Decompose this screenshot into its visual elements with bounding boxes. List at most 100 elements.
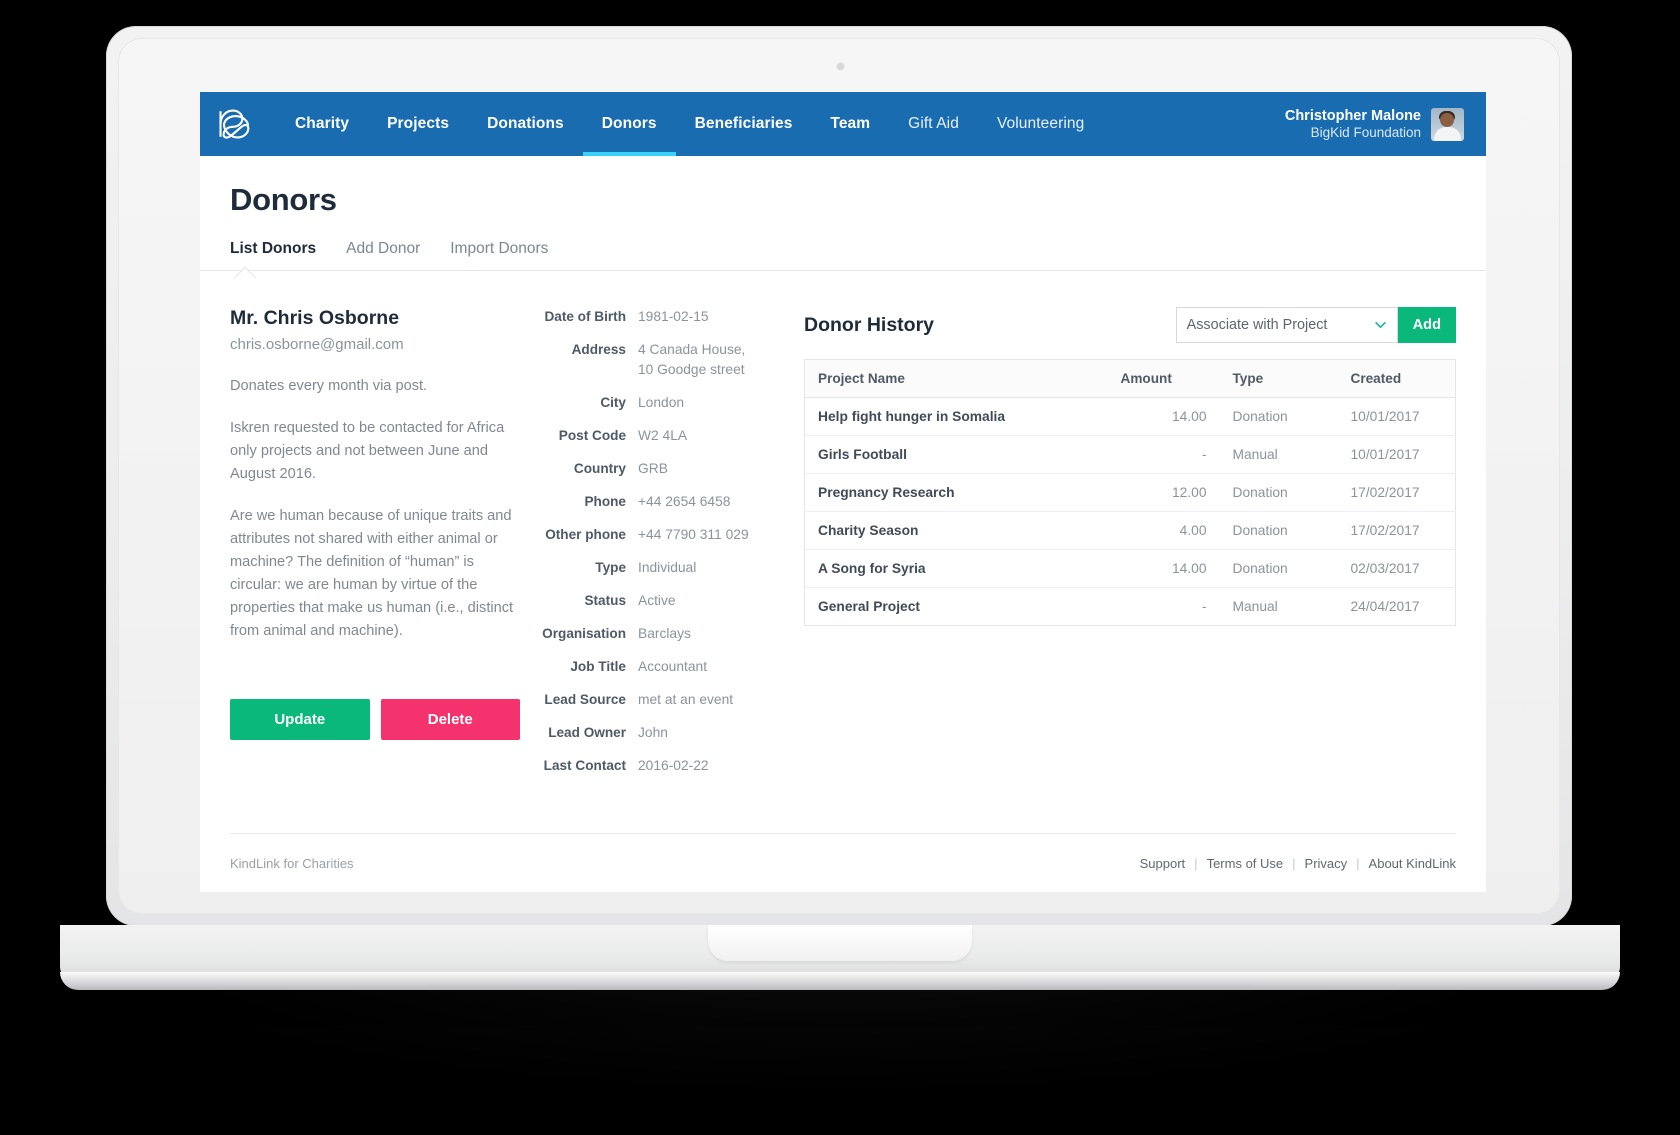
field-value: Individual [638, 560, 697, 575]
field-value: met at an event [638, 692, 734, 707]
avatar[interactable] [1431, 107, 1464, 141]
donor-fields-column: Date of Birth 1981-02-15 Address 4 Canad… [534, 307, 770, 789]
field-value: Barclays [638, 626, 691, 641]
table-row[interactable]: A Song for Syria 14.00 Donation 02/03/20… [804, 549, 1456, 588]
cell-created: 02/03/2017 [1337, 549, 1456, 588]
table-row[interactable]: Charity Season 4.00 Donation 17/02/2017 [804, 511, 1456, 550]
field-label: Other phone [545, 527, 626, 542]
nav-label: Beneficiaries [694, 115, 793, 132]
column-type[interactable]: Type [1219, 359, 1338, 398]
user-organisation: BigKid Foundation [1310, 124, 1421, 140]
footer-link-terms[interactable]: Terms of Use [1207, 856, 1284, 871]
column-amount[interactable]: Amount [1107, 359, 1220, 398]
page-title: Donors [230, 182, 337, 217]
cell-created: 24/04/2017 [1350, 599, 1420, 614]
cell-created: 17/02/2017 [1337, 473, 1456, 512]
footer-content: KindLink for Charities Support | Terms o… [230, 834, 1456, 892]
field-label: Lead Owner [548, 725, 626, 740]
tab-add-donor[interactable]: Add Donor [346, 240, 420, 270]
field-date-of-birth: Date of Birth 1981-02-15 [534, 307, 770, 327]
subtab-bar: List Donors Add Donor Import Donors [230, 240, 1456, 270]
field-value: London [638, 395, 685, 410]
field-label: City [600, 395, 626, 410]
nav-item-donors[interactable]: Donors [582, 92, 676, 156]
cell-amount: 14.00 [1107, 397, 1220, 436]
table-row[interactable]: Help fight hunger in Somalia 14.00 Donat… [804, 397, 1456, 436]
nav-label: Gift Aid [908, 115, 959, 132]
donor-detail-content: Mr. Chris Osborne chris.osborne@gmail.co… [200, 271, 1486, 789]
field-post-code: Post Code W2 4LA [534, 426, 770, 446]
update-button[interactable]: Update [230, 699, 370, 741]
nav-item-charity[interactable]: Charity [276, 92, 368, 156]
nav-label: Donors [601, 115, 657, 132]
field-type: Type Individual [534, 558, 770, 578]
cell-amount: - [1201, 599, 1207, 614]
cell-type: Donation [1219, 549, 1338, 588]
user-menu[interactable]: Christopher Malone BigKid Foundation [1285, 92, 1486, 156]
cell-created: 10/01/2017 [1337, 397, 1456, 436]
field-label: Country [573, 461, 626, 476]
footer-link-support[interactable]: Support [1140, 856, 1186, 871]
nav-item-beneficiaries[interactable]: Beneficiaries [676, 92, 812, 156]
main-navbar: Charity Projects Donations Donors Benefi… [200, 92, 1486, 156]
cell-type: Donation [1219, 511, 1338, 550]
laptop-notch [708, 925, 972, 961]
column-created[interactable]: Created [1337, 359, 1456, 398]
table-row[interactable]: Pregnancy Research 12.00 Donation 17/02/… [804, 473, 1456, 512]
cell-project: Pregnancy Research [804, 473, 1108, 512]
column-project-name[interactable]: Project Name [804, 359, 1108, 398]
avatar-face [1440, 112, 1454, 127]
field-label: Date of Birth [544, 309, 626, 324]
nav-item-donations[interactable]: Donations [468, 92, 583, 156]
add-association-button[interactable]: Add [1397, 307, 1456, 343]
footer-link-about[interactable]: About KindLink [1369, 856, 1456, 871]
associate-project-select[interactable]: Associate with Project [1175, 307, 1398, 343]
tab-label: List Donors [230, 240, 317, 257]
field-label: Post Code [558, 428, 626, 443]
footer-separator: | [1356, 855, 1360, 871]
table-body: Help fight hunger in Somalia 14.00 Donat… [804, 397, 1456, 626]
nav-item-gift-aid[interactable]: Gift Aid [889, 92, 978, 156]
nav-item-projects[interactable]: Projects [368, 92, 468, 156]
nav-label: Charity [295, 115, 350, 132]
field-value: GRB [638, 461, 668, 476]
field-label: Organisation [542, 626, 626, 641]
field-label: Status [584, 593, 626, 608]
field-address: Address 4 Canada House, 10 Goodge street [534, 340, 770, 380]
table-row[interactable]: Girls Football - Manual 10/01/2017 [804, 435, 1456, 474]
avatar-body [1434, 126, 1461, 141]
cell-project: A Song for Syria [804, 549, 1108, 588]
tab-label: Import Donors [450, 240, 549, 257]
footer-link-privacy[interactable]: Privacy [1305, 856, 1348, 871]
donor-history-title: Donor History [804, 313, 935, 336]
field-label: Lead Source [544, 692, 626, 707]
screenshot-stage: Charity Projects Donations Donors Benefi… [0, 0, 1680, 1135]
nav-item-volunteering[interactable]: Volunteering [978, 92, 1103, 156]
cell-created: 10/01/2017 [1337, 435, 1456, 474]
cell-project: Charity Season [804, 511, 1108, 550]
webcam-icon [837, 63, 844, 70]
field-value: 1981-02-15 [638, 309, 709, 324]
field-value: +44 7790 311 029 [638, 527, 749, 542]
field-value: 4 Canada House, 10 Goodge street [638, 342, 746, 377]
cell-amount: - [1107, 435, 1220, 474]
cell-project: Help fight hunger in Somalia [804, 397, 1108, 436]
brand-logo[interactable] [200, 92, 258, 156]
donor-history-controls: Associate with Project Add [1175, 307, 1456, 343]
table-head: Project Name Amount Type Created [804, 359, 1456, 398]
tab-import-donors[interactable]: Import Donors [450, 240, 548, 270]
browser-screen: Charity Projects Donations Donors Benefi… [200, 92, 1486, 892]
field-city: City London [534, 393, 770, 413]
nav-item-team[interactable]: Team [811, 92, 889, 156]
field-value: Active [638, 593, 676, 608]
delete-button[interactable]: Delete [380, 699, 520, 741]
nav-label: Donations [487, 115, 564, 132]
footer-links: Support | Terms of Use | Privacy | About… [1140, 856, 1456, 871]
table-row[interactable]: General Project - Manual 24/04/2017 [805, 588, 1456, 626]
user-name: Christopher Malone [1284, 107, 1421, 124]
table-header-row: Project Name Amount Type Created [804, 359, 1456, 398]
field-label: Last Contact [543, 758, 626, 773]
donor-note-3: Are we human because of unique traits an… [230, 508, 514, 640]
tab-list-donors[interactable]: List Donors [230, 240, 316, 270]
field-value: +44 2654 6458 [638, 494, 731, 509]
